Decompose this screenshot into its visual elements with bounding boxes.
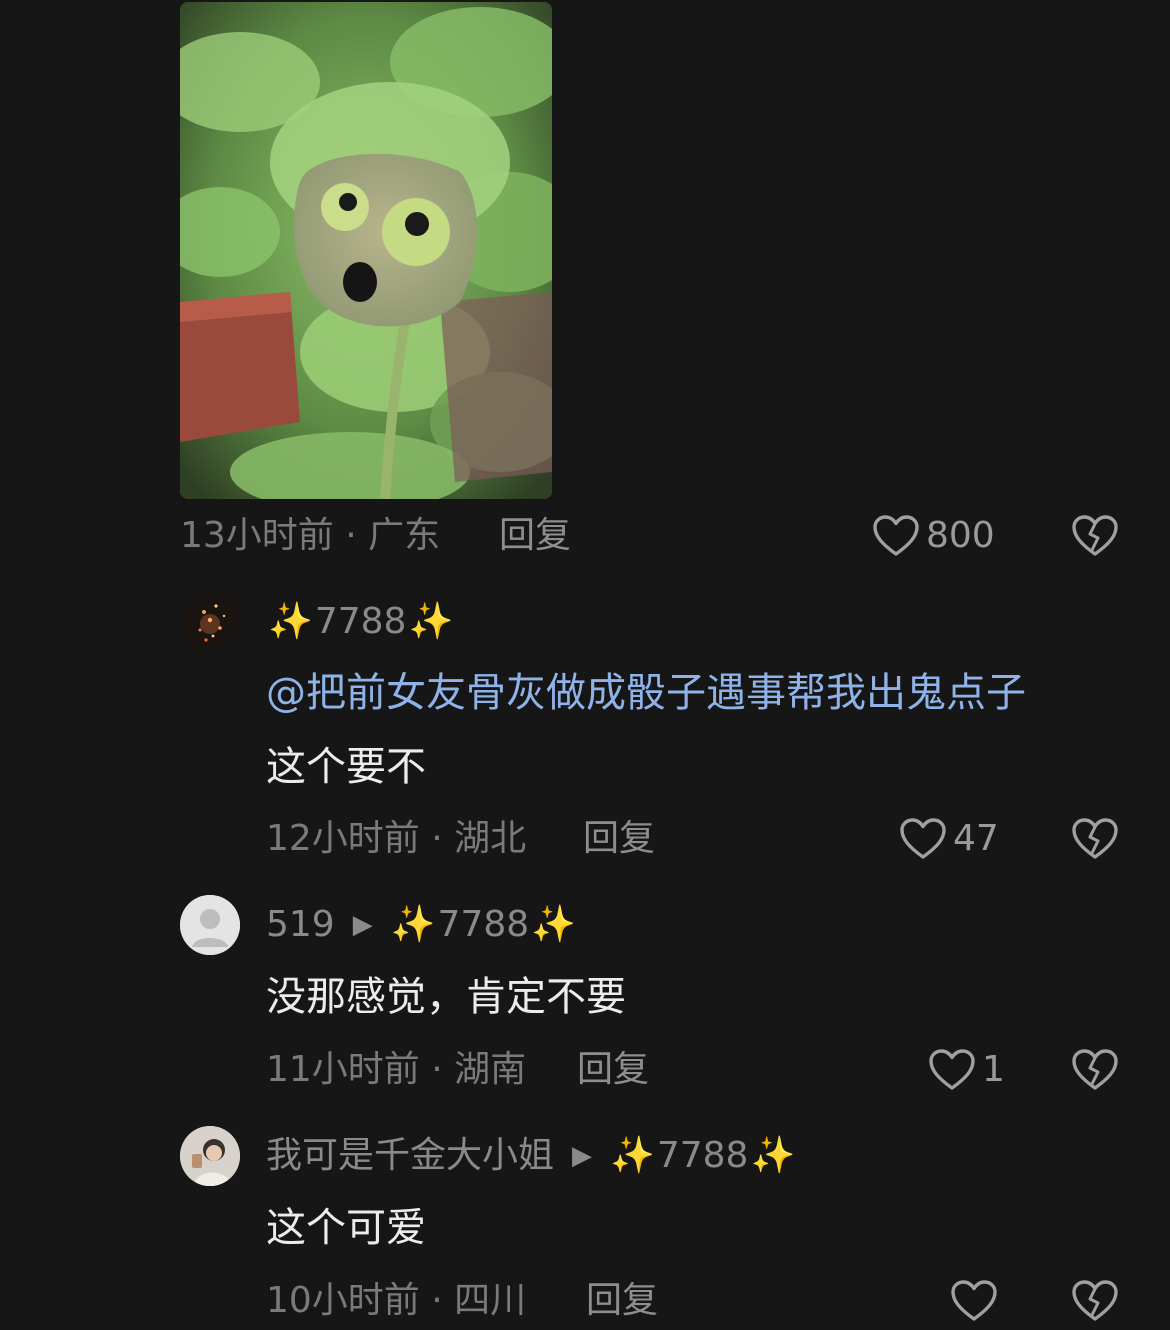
default-avatar-icon bbox=[180, 895, 240, 955]
comment-meta: 11小时前 · 湖南 bbox=[266, 1049, 527, 1090]
reply-arrow-icon: ▶ bbox=[572, 1141, 593, 1171]
broken-heart-icon bbox=[1072, 818, 1118, 859]
comment-username[interactable]: 519 ▶ ✨ 7788 ✨ bbox=[266, 903, 578, 947]
reply-arrow-icon: ▶ bbox=[352, 910, 373, 940]
comment-meta: 12小时前 · 湖北 bbox=[266, 818, 527, 859]
avatar-image bbox=[180, 592, 240, 652]
dislike-button[interactable] bbox=[1071, 514, 1119, 558]
heart-outline-icon bbox=[951, 1280, 997, 1321]
sparkle-icon: ✨ bbox=[750, 1135, 796, 1176]
reply-to-username: 7788 bbox=[437, 904, 530, 945]
comment-image[interactable] bbox=[180, 2, 552, 499]
avatar[interactable] bbox=[180, 592, 240, 652]
heart-outline-icon bbox=[929, 1049, 975, 1090]
comment-text: 这个可爱 bbox=[266, 1205, 426, 1251]
like-button[interactable] bbox=[950, 1279, 1004, 1323]
sparkle-icon: ✨ bbox=[390, 904, 436, 945]
like-button[interactable]: 800 bbox=[872, 514, 995, 558]
sparkle-icon: ✨ bbox=[268, 601, 313, 642]
comment-text: 没那感觉，肯定不要 bbox=[266, 974, 626, 1020]
avatar[interactable] bbox=[180, 895, 240, 955]
heart-outline-icon bbox=[900, 818, 946, 859]
avatar[interactable] bbox=[180, 1126, 240, 1186]
username-text: 7788 bbox=[314, 601, 407, 642]
like-button[interactable]: 1 bbox=[928, 1048, 1005, 1092]
reply-button[interactable]: 回复 bbox=[499, 516, 571, 556]
sparkle-icon: ✨ bbox=[610, 1135, 655, 1176]
plant-photo bbox=[180, 2, 552, 499]
heart-outline-icon bbox=[873, 515, 919, 556]
mention-link[interactable]: @把前女友骨灰做成骰子遇事帮我出鬼点子 bbox=[266, 670, 1026, 716]
comment-meta: 13小时前 · 广东 bbox=[180, 515, 441, 556]
dislike-button[interactable] bbox=[1071, 1048, 1119, 1092]
reply-button[interactable]: 回复 bbox=[586, 1281, 658, 1321]
comment-username[interactable]: 我可是千金大小姐 ▶ ✨ 7788 ✨ bbox=[266, 1134, 797, 1178]
comment-username[interactable]: ✨ 7788 ✨ bbox=[266, 600, 455, 644]
like-count: 800 bbox=[926, 515, 995, 556]
reply-button[interactable]: 回复 bbox=[583, 819, 655, 859]
reply-to-username: 7788 bbox=[656, 1135, 749, 1176]
sparkle-icon: ✨ bbox=[531, 904, 576, 945]
comment-text: 这个要不 bbox=[266, 744, 426, 790]
like-count: 47 bbox=[953, 818, 999, 859]
like-count: 1 bbox=[982, 1049, 1005, 1090]
reply-button[interactable]: 回复 bbox=[577, 1050, 649, 1090]
comment-text: @把前女友骨灰做成骰子遇事帮我出鬼点子 bbox=[266, 668, 1026, 718]
broken-heart-icon bbox=[1072, 1049, 1118, 1090]
broken-heart-icon bbox=[1072, 515, 1118, 556]
avatar-image bbox=[180, 1126, 240, 1186]
broken-heart-icon bbox=[1072, 1280, 1118, 1321]
username-text: 我可是千金大小姐 bbox=[266, 1135, 555, 1176]
dislike-button[interactable] bbox=[1071, 1279, 1119, 1323]
username-text: 519 bbox=[266, 904, 335, 945]
like-button[interactable]: 47 bbox=[899, 817, 999, 861]
sparkle-icon: ✨ bbox=[408, 601, 454, 642]
dislike-button[interactable] bbox=[1071, 817, 1119, 861]
comment-meta: 10小时前 · 四川 bbox=[266, 1280, 527, 1321]
